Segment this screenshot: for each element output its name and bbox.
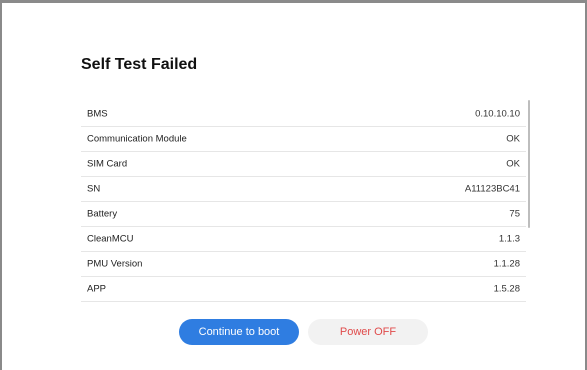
item-label: Communication Module xyxy=(87,133,187,145)
item-value: OK xyxy=(506,158,520,170)
list-item-battery: Battery 75 xyxy=(81,202,526,227)
list-item-cleanmcu: CleanMCU 1.1.3 xyxy=(81,227,526,252)
power-off-button[interactable]: Power OFF xyxy=(308,319,428,345)
item-label: BMS xyxy=(87,108,108,120)
list-item-bms: BMS 0.10.10.10 xyxy=(81,102,526,127)
item-value: A11123BC41 xyxy=(464,183,520,195)
item-value: 1.1.3 xyxy=(498,233,520,245)
item-value: OK xyxy=(506,133,520,145)
item-value: 1.5.28 xyxy=(493,283,520,295)
list-item-communication-module: Communication Module OK xyxy=(81,127,526,152)
list-item-sn: SN A11123BC41 xyxy=(81,177,526,202)
list-item-sim-card: SIM Card OK xyxy=(81,152,526,177)
item-label: PMU Version xyxy=(87,258,143,270)
self-test-list[interactable]: BMS 0.10.10.10 Communication Module OK S… xyxy=(81,102,526,314)
item-label: SN xyxy=(87,183,101,195)
item-label: CleanMCU xyxy=(87,233,134,245)
continue-to-boot-button[interactable]: Continue to boot xyxy=(179,319,299,345)
list-item-pmu-version: PMU Version 1.1.28 xyxy=(81,252,526,277)
item-value: 1.1.28 xyxy=(493,258,520,270)
item-label: Battery xyxy=(87,208,118,220)
item-value: 75 xyxy=(509,208,520,220)
dialog-frame: Self Test Failed BMS 0.10.10.10 Communic… xyxy=(0,0,587,370)
list-item-app: APP 1.5.28 xyxy=(81,277,526,302)
item-label: SIM Card xyxy=(87,158,128,170)
item-value: 0.10.10.10 xyxy=(475,108,520,120)
item-label: APP xyxy=(87,283,107,295)
list-scrollbar[interactable] xyxy=(528,100,530,228)
dialog-title: Self Test Failed xyxy=(81,56,198,73)
